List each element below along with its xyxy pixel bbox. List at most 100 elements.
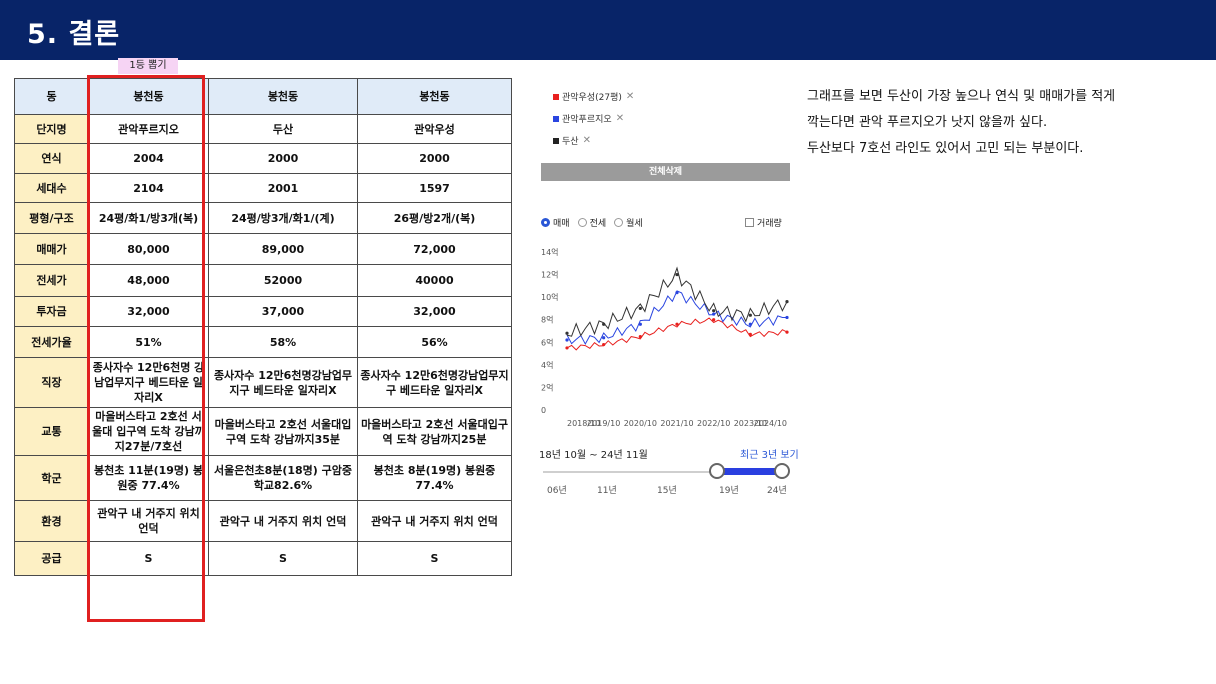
row-label: 세대수 xyxy=(14,173,89,203)
row-label: 연식 xyxy=(14,143,89,174)
table-cell: 56% xyxy=(357,326,512,358)
comment-line: 그래프를 보면 두산이 가장 높으나 연식 및 매매가를 적게 xyxy=(807,89,1116,104)
table-cell: 종사자수 12만6천명강남업무지구 베드타운 일자리X xyxy=(208,357,358,408)
legend-label: 관악우성(27평) xyxy=(562,93,622,103)
table-cell: 52000 xyxy=(208,264,358,297)
slider-start-handle[interactable] xyxy=(709,463,725,479)
slider-tick: 24년 xyxy=(767,486,787,496)
radio-jeonse[interactable] xyxy=(577,218,587,227)
y-tick-label: 14억 xyxy=(541,247,559,257)
radio-monthly-label[interactable]: 월세 xyxy=(626,216,643,229)
table-cell: 마을버스타고 2호선 서울대입구역 도착 강남까지35분 xyxy=(208,407,358,456)
table-cell: 2000 xyxy=(208,143,358,174)
table-cell: 32,000 xyxy=(357,296,512,327)
series-point xyxy=(675,272,679,277)
legend-item[interactable]: 관악푸르지오 ✕ xyxy=(553,112,624,125)
period-slider-range xyxy=(718,468,782,475)
y-tick-label: 10억 xyxy=(541,292,559,302)
radio-sale[interactable] xyxy=(541,218,550,227)
row-label: 동 xyxy=(14,78,89,115)
table-cell: 1597 xyxy=(357,173,512,203)
x-tick-label: 2021/10 xyxy=(660,419,693,428)
radio-jeonse-label[interactable]: 전세 xyxy=(590,216,607,229)
comment-line: 깍는다면 관악 푸르지오가 낫지 않을까 싶다. xyxy=(807,115,1048,130)
slider-tick: 11년 xyxy=(597,486,617,496)
radio-sale-label[interactable]: 매매 xyxy=(553,216,570,229)
table-cell: S xyxy=(357,541,512,576)
table-cell: 24평/방3개/화1/(계) xyxy=(208,202,358,234)
table-cell: 두산 xyxy=(208,114,358,144)
series-point xyxy=(565,338,569,342)
trade-type-radio-group: 매매 전세 월세 xyxy=(541,216,651,229)
comment-line: 두산보다 7호선 라인도 있어서 고민 되는 부분이다. xyxy=(807,141,1084,156)
conclusion-comment: 그래프를 보면 두산이 가장 높으나 연식 및 매매가를 적게 깍는다면 관악 … xyxy=(807,84,1207,162)
series-point xyxy=(712,312,716,316)
table-cell: S xyxy=(208,541,358,576)
table-cell: 40000 xyxy=(357,264,512,297)
remove-icon[interactable]: ✕ xyxy=(616,113,624,124)
series-point xyxy=(602,322,606,326)
legend-label: 두산 xyxy=(562,137,579,147)
radio-monthly[interactable] xyxy=(614,218,624,227)
row-label: 학군 xyxy=(14,455,89,501)
legend-label: 관악푸르지오 xyxy=(562,115,612,125)
page-title: 5. 결론 xyxy=(27,19,121,50)
series-point xyxy=(785,300,789,304)
series-point xyxy=(785,330,789,334)
series-point xyxy=(748,322,752,326)
x-tick-label: 2022/10 xyxy=(697,419,730,428)
series-point xyxy=(748,332,752,336)
slider-tick: 15년 xyxy=(657,486,677,496)
y-tick-label: 6억 xyxy=(541,337,553,347)
y-tick-label: 8억 xyxy=(541,315,553,325)
series-line xyxy=(566,290,787,346)
legend-item[interactable]: 관악우성(27평) ✕ xyxy=(553,90,634,103)
row-label: 직장 xyxy=(14,357,89,408)
series-point xyxy=(602,336,606,340)
table-cell: 종사자수 12만6천명강남업무지구 베드타운 일자리X xyxy=(357,357,512,408)
table-cell: 26평/방2개/(복) xyxy=(357,202,512,234)
row-label: 전세가율 xyxy=(14,326,89,358)
title-bar: 5. 결론 xyxy=(0,0,1216,60)
row-label: 공급 xyxy=(14,541,89,576)
row-label: 투자금 xyxy=(14,296,89,327)
delete-all-button[interactable]: 전체삭제 xyxy=(541,163,790,181)
row-label: 평형/구조 xyxy=(14,202,89,234)
table-cell: 2001 xyxy=(208,173,358,203)
legend-item[interactable]: 두산 ✕ xyxy=(553,134,591,147)
y-tick-label: 12억 xyxy=(541,270,559,280)
series-point xyxy=(565,331,569,335)
remove-icon[interactable]: ✕ xyxy=(583,135,591,146)
slider-end-handle[interactable] xyxy=(774,463,790,479)
legend-swatch xyxy=(553,115,559,122)
series-line xyxy=(566,266,788,337)
x-tick-label: 2020/10 xyxy=(624,419,657,428)
table-cell: 72,000 xyxy=(357,233,512,265)
series-point xyxy=(638,335,642,339)
series-point xyxy=(602,342,606,347)
remove-icon[interactable]: ✕ xyxy=(626,91,634,102)
y-tick-label: 4억 xyxy=(541,360,553,370)
pick-badge: 1등 뽑기 xyxy=(118,58,178,74)
table-cell: 89,000 xyxy=(208,233,358,265)
period-label: 18년 10월 ~ 24년 11월 xyxy=(539,450,648,461)
volume-toggle[interactable]: 거래량 xyxy=(745,216,782,229)
table-cell: 서울은천초8분(18명) 구암중학교82.6% xyxy=(208,455,358,501)
row-label: 전세가 xyxy=(14,264,89,297)
series-point xyxy=(675,291,679,295)
legend-swatch xyxy=(553,93,559,100)
series-point xyxy=(638,306,642,311)
table-cell: 37,000 xyxy=(208,296,358,327)
table-cell: 봉천동 xyxy=(357,78,512,115)
volume-label: 거래량 xyxy=(757,219,782,229)
series-point xyxy=(748,313,752,317)
table-cell: 관악구 내 거주지 위치 언덕 xyxy=(357,500,512,542)
row-label: 환경 xyxy=(14,500,89,542)
recent-3y-link[interactable]: 최근 3년 보기 xyxy=(740,446,799,461)
row-label: 단지명 xyxy=(14,114,89,144)
y-tick-label: 2억 xyxy=(541,382,553,392)
volume-checkbox[interactable] xyxy=(745,218,754,227)
y-tick-label: 0 xyxy=(541,406,546,415)
row-label: 매매가 xyxy=(14,233,89,265)
table-cell: 봉천동 xyxy=(208,78,358,115)
